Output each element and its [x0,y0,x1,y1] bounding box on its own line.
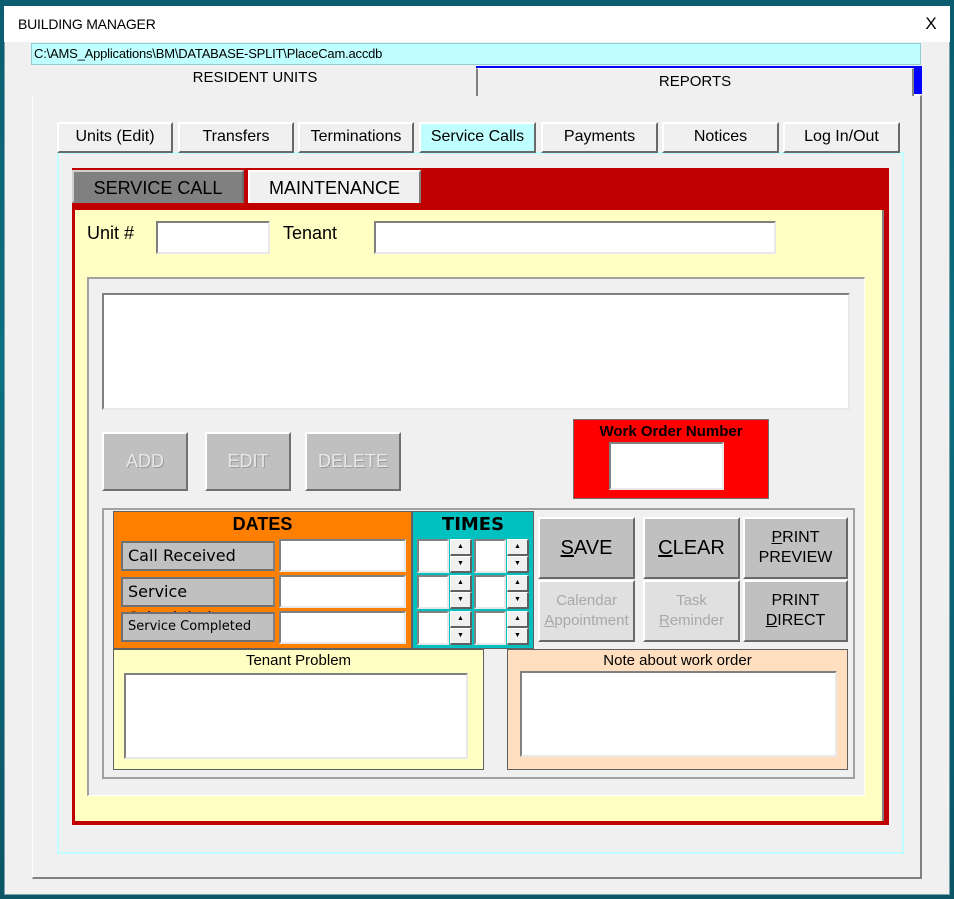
hour-spinner: ▲ ▼ [450,575,472,609]
add-button[interactable]: ADD [102,432,188,491]
task-reminder-button[interactable]: Task Reminder [643,580,740,642]
service-completed-label: Service Completed [121,612,275,642]
hour-input[interactable] [417,539,449,573]
nav-service-calls-button[interactable]: Service Calls [419,122,536,153]
print-direct-accel: D [765,612,778,629]
print-direct-line2: DIRECT [766,611,826,631]
task-line1: Task [676,592,707,609]
task-rest: eminder [669,612,725,629]
calendar-line1: Calendar [556,592,617,609]
spin-up-icon[interactable]: ▲ [507,611,529,628]
times-title: TIMES [441,514,505,535]
spin-down-icon[interactable]: ▼ [450,592,472,609]
print-direct-line1: PRINT [771,592,820,609]
nav-terminations-button[interactable]: Terminations [298,122,414,153]
tenant-problem-label: Tenant Problem [245,652,352,669]
times-section: TIMES ▲ ▼ ▲ ▼ ▲ ▼ ▲ ▼ ▲ ▼ ▲ ▼ [412,511,534,649]
tenant-input[interactable] [374,221,776,254]
service-scheduled-date-input[interactable] [279,575,406,608]
save-rest: AVE [573,537,613,559]
minute-spinner: ▲ ▼ [507,539,529,573]
tab-maintenance[interactable]: MAINTENANCE [248,170,421,203]
nav-payments-button[interactable]: Payments [541,122,658,153]
tab-reports[interactable]: REPORTS [476,68,914,96]
work-order-number-input[interactable] [609,442,724,490]
service-calls-list[interactable] [102,293,850,410]
spin-up-icon[interactable]: ▲ [450,539,472,556]
call-received-date-input[interactable] [279,539,406,572]
work-order-note-textarea[interactable] [520,671,837,757]
calendar-accel: A [544,612,555,629]
save-button[interactable]: SAVE [538,517,635,579]
print-preview-line1: PRINT [772,528,820,548]
clear-button[interactable]: CLEAR [643,517,740,579]
print-preview-line2: PREVIEW [758,549,833,566]
task-accel: R [658,612,670,629]
tenant-problem-section: Tenant Problem [113,649,484,770]
print-direct-button[interactable]: PRINT DIRECT [743,580,848,642]
nav-notices-button[interactable]: Notices [662,122,779,153]
spin-up-icon[interactable]: ▲ [507,539,529,556]
minute-input[interactable] [474,539,506,573]
hour-input[interactable] [417,611,449,645]
hour-input[interactable] [417,575,449,609]
clear-rest: LEAR [672,537,725,559]
spin-down-icon[interactable]: ▼ [450,628,472,645]
work-order-label: Work Order Number [599,423,743,440]
save-accel: S [560,537,574,559]
unit-label: Unit # [87,223,135,243]
close-icon[interactable]: X [918,14,944,36]
edit-button[interactable]: EDIT [205,432,291,491]
spin-down-icon[interactable]: ▼ [507,592,529,609]
print-preview-accel: P [771,529,783,546]
nav-transfers-button[interactable]: Transfers [178,122,294,153]
work-order-note-section: Note about work order [507,649,848,770]
clear-label: CLEAR [658,538,725,558]
tenant-problem-textarea[interactable] [124,673,468,759]
calendar-rest: ppointment [554,612,629,629]
spin-up-icon[interactable]: ▲ [450,611,472,628]
minute-spinner: ▲ ▼ [507,611,529,645]
hour-spinner: ▲ ▼ [450,611,472,645]
dates-section: DATES Call Received Service Scheduled Se… [113,511,412,649]
tenant-label: Tenant [283,223,338,243]
clear-accel: C [658,537,673,559]
print-direct-rest: IRECT [777,612,826,629]
service-completed-date-input[interactable] [279,611,406,644]
minute-spinner: ▲ ▼ [507,575,529,609]
tab-service-call[interactable]: SERVICE CALL [72,170,244,203]
calendar-appointment-button[interactable]: Calendar Appointment [538,580,635,642]
service-completed-time: ▲ ▼ ▲ ▼ [416,611,531,646]
calendar-line2: Appointment [544,611,628,631]
tab-resident-units[interactable]: RESIDENT UNITS [33,66,477,96]
print-preview-rest: RINT [782,529,820,546]
service-scheduled-time: ▲ ▼ ▲ ▼ [416,575,531,610]
spin-down-icon[interactable]: ▼ [507,628,529,645]
database-path: C:\AMS_Applications\BM\DATABASE-SPLIT\Pl… [31,43,921,65]
nav-units-edit-button[interactable]: Units (Edit) [57,122,173,153]
minute-input[interactable] [474,575,506,609]
print-preview-button[interactable]: PRINT PREVIEW [743,517,848,579]
spin-up-icon[interactable]: ▲ [507,575,529,592]
minute-input[interactable] [474,611,506,645]
task-line2: Reminder [659,611,724,631]
dates-title: DATES [232,514,293,534]
title-bar: BUILDING MANAGER X [4,6,950,42]
call-received-time: ▲ ▼ ▲ ▼ [416,539,531,574]
nav-log-in-out-button[interactable]: Log In/Out [783,122,900,153]
delete-button[interactable]: DELETE [305,432,401,491]
work-order-note-label: Note about work order [603,652,752,669]
service-scheduled-label: Service Scheduled [121,577,275,627]
spin-down-icon[interactable]: ▼ [450,556,472,573]
spin-down-icon[interactable]: ▼ [507,556,529,573]
window-title: BUILDING MANAGER [18,16,156,32]
unit-number-input[interactable] [156,221,270,254]
hour-spinner: ▲ ▼ [450,539,472,573]
work-order-box: Work Order Number [573,419,769,499]
spin-up-icon[interactable]: ▲ [450,575,472,592]
call-received-label: Call Received [121,541,275,571]
save-label: SAVE [561,538,613,558]
